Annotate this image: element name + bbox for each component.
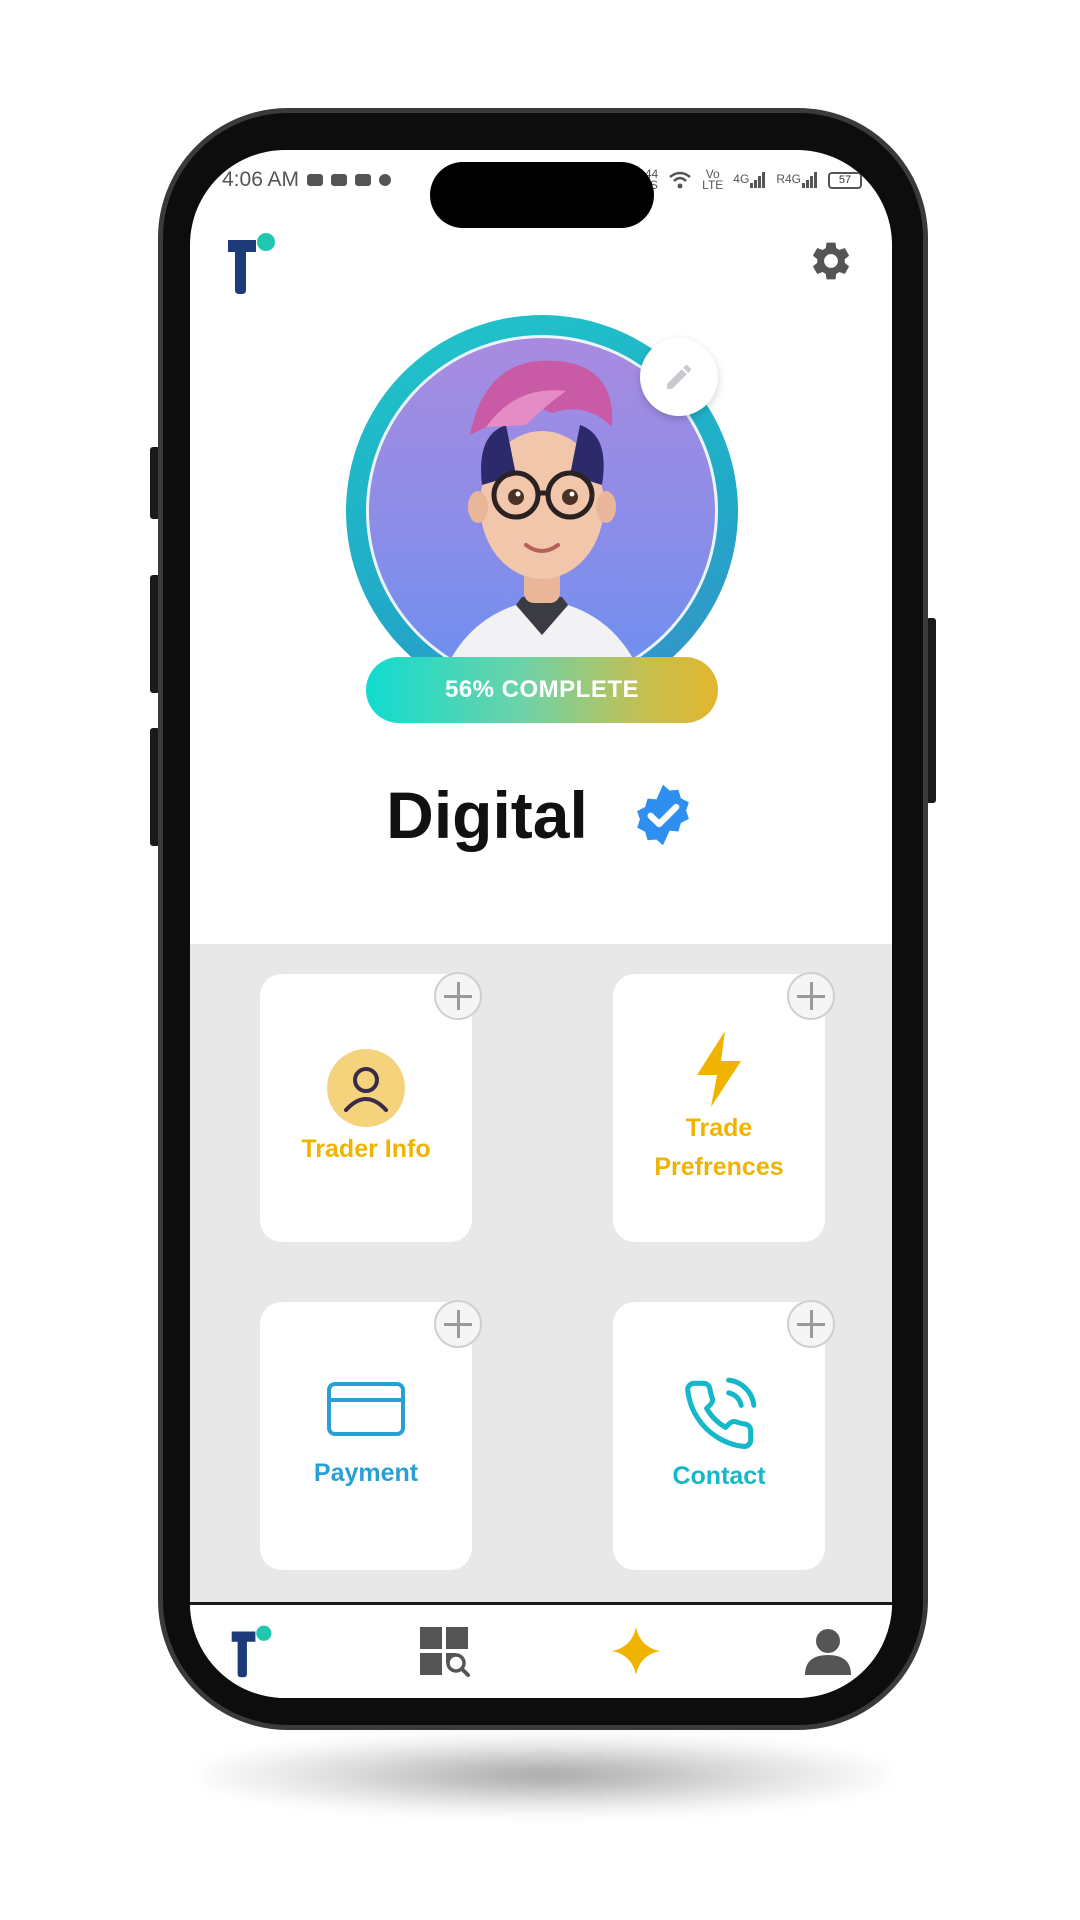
phone-screen: 4:06 AM 144 K/S Vo LTE 4G R4 bbox=[190, 150, 892, 1698]
signal-2-label: R4G bbox=[776, 172, 801, 186]
signal-1: 4G bbox=[733, 172, 766, 188]
profile-completion-badge: 56% COMPLETE bbox=[366, 657, 718, 723]
lightning-icon bbox=[697, 1031, 741, 1107]
battery-level: 57 bbox=[838, 174, 852, 186]
card-trader-info-label: Trader Info bbox=[301, 1134, 431, 1163]
add-contact-button[interactable] bbox=[787, 1300, 835, 1348]
pencil-icon bbox=[667, 364, 692, 389]
card-contact-label: Contact bbox=[672, 1461, 766, 1490]
add-trader-info-button[interactable] bbox=[434, 972, 482, 1020]
app-logo-t[interactable] bbox=[226, 232, 278, 294]
card-payment-label: Payment bbox=[313, 1458, 419, 1487]
add-trade-preferences-button[interactable] bbox=[787, 972, 835, 1020]
phone-call-icon bbox=[685, 1377, 757, 1449]
dynamic-island bbox=[430, 162, 654, 228]
profile-name: Digital bbox=[386, 778, 588, 852]
verified-badge-icon bbox=[636, 784, 689, 846]
card-trader-info[interactable]: Trader Info bbox=[260, 972, 482, 1242]
card-contact[interactable]: Contact bbox=[613, 1300, 835, 1570]
volte-bottom: LTE bbox=[702, 178, 724, 192]
add-payment-button[interactable] bbox=[434, 1300, 482, 1348]
app-logo-t bbox=[231, 1625, 272, 1678]
grid-search-icon bbox=[420, 1627, 470, 1677]
nav-featured[interactable] bbox=[608, 1623, 664, 1679]
completion-label: 56% COMPLETE bbox=[444, 676, 640, 703]
chat-notification-icon bbox=[307, 174, 324, 186]
edit-avatar-button[interactable] bbox=[640, 338, 718, 416]
gear-icon[interactable] bbox=[808, 238, 854, 284]
card-trade-preferences-line2: Prefrences bbox=[654, 1153, 784, 1181]
nav-profile[interactable] bbox=[800, 1623, 856, 1679]
youtube-notification-icon bbox=[331, 174, 348, 186]
card-trade-preferences-label: Trade Prefrences bbox=[654, 1109, 783, 1187]
nav-home[interactable] bbox=[224, 1623, 280, 1679]
chrome-notification-icon bbox=[379, 174, 392, 186]
wifi-icon bbox=[669, 171, 691, 189]
signal-bars-icon bbox=[802, 172, 817, 188]
battery-icon: 57 bbox=[828, 171, 862, 189]
card-trade-preferences[interactable]: Trade Prefrences bbox=[613, 972, 835, 1242]
bottom-nav bbox=[190, 1602, 892, 1698]
card-payment[interactable]: Payment bbox=[260, 1300, 482, 1570]
credit-card-icon bbox=[327, 1381, 405, 1436]
nav-browse[interactable] bbox=[416, 1623, 472, 1679]
profile-sections-grid: Trader Info Trade Prefrences Payment Con… bbox=[190, 944, 892, 1602]
app-notification-icon bbox=[355, 174, 372, 186]
signal-2: R4G bbox=[776, 172, 818, 188]
phone-shadow bbox=[200, 1735, 890, 1815]
signal-1-label: 4G bbox=[733, 172, 750, 186]
status-time: 4:06 AM bbox=[222, 168, 300, 191]
signal-bars-icon bbox=[750, 172, 766, 188]
profile-name-row: Digital bbox=[190, 775, 892, 855]
volte-indicator: Vo LTE bbox=[702, 168, 724, 192]
person-icon bbox=[327, 1048, 405, 1127]
user-icon bbox=[805, 1629, 851, 1675]
card-trade-preferences-line1: Trade bbox=[685, 1114, 753, 1142]
sparkle-icon bbox=[612, 1627, 660, 1675]
